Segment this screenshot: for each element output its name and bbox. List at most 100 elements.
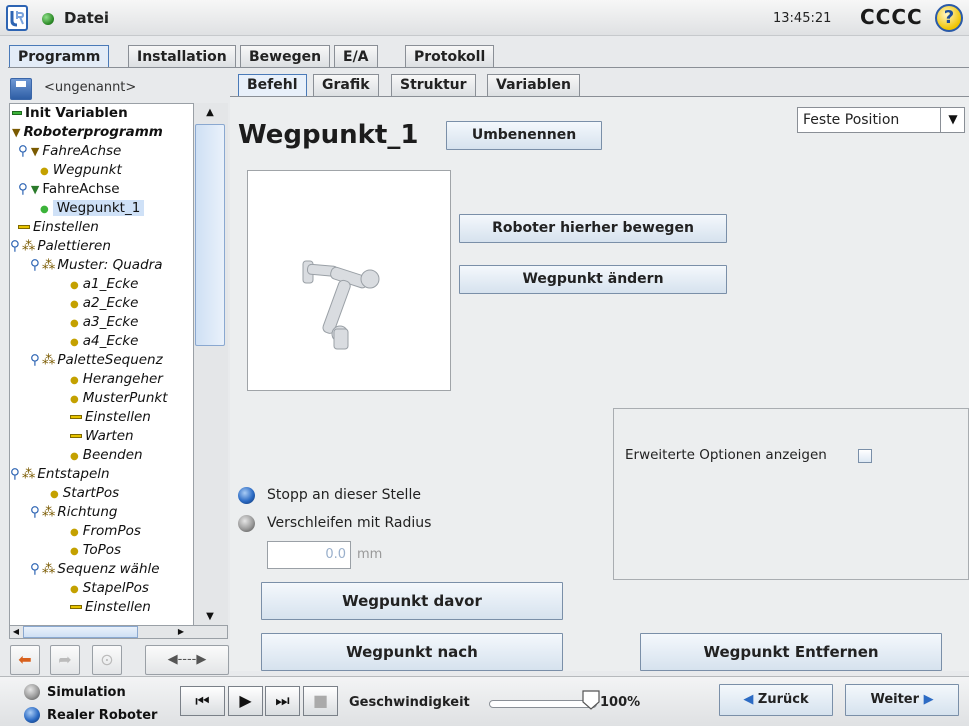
tab-grafik[interactable]: Grafik — [313, 74, 379, 96]
tree-node[interactable]: ⚲ ▼ FahreAchse — [18, 180, 120, 199]
rename-button[interactable]: Umbenennen — [446, 121, 602, 150]
extended-options-checkbox[interactable] — [858, 449, 872, 463]
tree-node[interactable]: Einstellen — [70, 408, 151, 427]
tab-variablen[interactable]: Variablen — [487, 74, 580, 96]
stop-here-radio[interactable] — [238, 487, 255, 504]
speed-label: Geschwindigkeit — [349, 695, 470, 710]
tree-node[interactable]: ● Herangeher — [70, 370, 163, 389]
skip-to-start-icon[interactable]: ⏮ — [180, 686, 225, 716]
tree-node-label: a1_Ecke — [82, 276, 139, 292]
tree-node[interactable]: ⚲ ⁂ Entstapeln — [10, 465, 110, 484]
tab-divider — [8, 67, 969, 68]
arrow-left-icon: ◀ — [743, 692, 754, 707]
tree-node[interactable]: ● StartPos — [50, 484, 119, 503]
scroll-left-icon[interactable]: ◀ — [10, 626, 22, 638]
tree-node-label: FahreAchse — [42, 181, 120, 197]
speed-slider-thumb[interactable] — [582, 690, 600, 710]
tree-node-label: Einstellen — [33, 219, 99, 235]
back-button[interactable]: ◀ Zurück — [719, 684, 833, 716]
tree-node-label: a2_Ecke — [82, 295, 139, 311]
blend-radius-radio[interactable] — [238, 515, 255, 532]
file-menu[interactable]: Datei — [64, 9, 109, 27]
tree-node[interactable]: ⚲ ⁂ Muster: Quadra — [30, 256, 162, 275]
blend-radius-label: Verschleifen mit Radius — [267, 515, 432, 531]
tree-node-label: a4_Ecke — [82, 333, 139, 349]
tree-node[interactable]: ⚲ ⁂ Palettieren — [10, 237, 111, 256]
tab-programm[interactable]: Programm — [9, 45, 110, 68]
stop-icon[interactable]: ■ — [303, 686, 338, 716]
undo-icon[interactable]: ⬅ — [10, 645, 40, 675]
save-icon[interactable] — [10, 78, 32, 100]
move-node-icon[interactable]: ⊙ — [92, 645, 122, 675]
tree-node-label: Wegpunkt — [52, 162, 122, 178]
scroll-down-icon[interactable]: ▼ — [195, 608, 225, 626]
tab-ea[interactable]: E/A — [334, 45, 378, 67]
change-waypoint-button[interactable]: Wegpunkt ändern — [459, 265, 727, 294]
tree-node[interactable]: Einstellen — [70, 598, 151, 617]
tree-node-label: Beenden — [82, 447, 143, 463]
tab-installation[interactable]: Installation — [128, 45, 236, 67]
tab-struktur[interactable]: Struktur — [391, 74, 476, 96]
waypoint-icon: ● — [70, 527, 79, 538]
tree-node[interactable]: ⚲ ▼ FahreAchse — [18, 142, 121, 161]
step-forward-icon[interactable]: ⏭ — [265, 686, 300, 716]
tree-node-label: FahreAchse — [42, 143, 122, 159]
tree-connector-icon: ⚲ — [30, 504, 40, 520]
tree-node[interactable]: ⚲ ⁂ Richtung — [30, 503, 117, 522]
expand-triangle-icon: ▼ — [30, 145, 40, 158]
tree-node[interactable]: ● a1_Ecke — [70, 275, 138, 294]
tree-node[interactable]: ● Beenden — [70, 446, 143, 465]
tree-node-selected[interactable]: ● Wegpunkt_1 — [40, 199, 145, 218]
tree-node[interactable]: ▼ Roboterprogramm — [12, 123, 163, 142]
tree-node[interactable]: Init Variablen — [12, 104, 128, 123]
robot-arm-icon — [302, 260, 380, 350]
tree-node[interactable]: ● StapelPos — [70, 579, 149, 598]
tree-node[interactable]: Einstellen — [18, 218, 99, 237]
move-robot-here-button[interactable]: Roboter hierher bewegen — [459, 214, 727, 243]
tree-node[interactable]: ● Wegpunkt — [40, 161, 122, 180]
tree-node-label: MusterPunkt — [82, 390, 168, 406]
blend-radius-input[interactable]: 0.0 — [267, 541, 351, 569]
waypoint-icon: ● — [70, 546, 79, 557]
tab-befehl[interactable]: Befehl — [238, 74, 307, 96]
redo-icon[interactable]: ➦ — [50, 645, 80, 675]
waypoint-icon: ● — [40, 166, 49, 177]
real-robot-radio[interactable] — [24, 707, 40, 723]
simulation-radio[interactable] — [24, 684, 40, 700]
tree-connector-icon: ⚲ — [30, 561, 40, 577]
tree-node[interactable]: ● MusterPunkt — [70, 389, 168, 408]
arrow-right-icon: ▶ — [923, 692, 934, 707]
tree-node[interactable]: ● a3_Ecke — [70, 313, 138, 332]
remove-waypoint-button[interactable]: Wegpunkt Entfernen — [640, 633, 942, 671]
tree-node[interactable]: ● a2_Ecke — [70, 294, 138, 313]
tree-scroll-thumb[interactable] — [195, 124, 225, 346]
waypoint-icon: ● — [70, 318, 79, 329]
scroll-right-icon[interactable]: ▶ — [175, 626, 187, 638]
tree-hscroll-thumb[interactable] — [23, 626, 138, 638]
next-button[interactable]: Weiter ▶ — [845, 684, 959, 716]
tree-node[interactable]: ● a4_Ecke — [70, 332, 138, 351]
waypoint-after-button[interactable]: Wegpunkt nach — [261, 633, 563, 671]
tree-connector-icon: ⚲ — [18, 181, 28, 197]
waypoint-icon: ● — [70, 375, 79, 386]
chevron-down-icon[interactable]: ▼ — [940, 107, 965, 133]
expand-triangle-icon: ▼ — [12, 126, 21, 139]
waypoint-icon: ● — [70, 337, 79, 348]
play-icon[interactable]: ▶ — [228, 686, 263, 716]
set-icon — [70, 605, 82, 609]
tree-node[interactable]: Warten — [70, 427, 134, 446]
tab-protokoll[interactable]: Protokoll — [405, 45, 495, 67]
tree-node-label: a3_Ecke — [82, 314, 139, 330]
waypoint-icon: ● — [70, 299, 79, 310]
tree-node[interactable]: ⚲ ⁂ Sequenz wähle — [30, 560, 160, 579]
waypoint-before-button[interactable]: Wegpunkt davor — [261, 582, 563, 620]
scroll-up-icon[interactable]: ▲ — [195, 104, 225, 122]
tab-bewegen[interactable]: Bewegen — [240, 45, 331, 67]
real-robot-label: Realer Roboter — [47, 708, 158, 723]
tree-node[interactable]: ● FromPos — [70, 522, 141, 541]
help-button[interactable]: ? — [935, 4, 963, 32]
tree-node[interactable]: ● ToPos — [70, 541, 121, 560]
cursor-move-icon[interactable]: ◀----▶ — [145, 645, 229, 675]
tree-node[interactable]: ⚲ ⁂ PaletteSequenz — [30, 351, 163, 370]
speed-slider[interactable] — [489, 700, 597, 708]
